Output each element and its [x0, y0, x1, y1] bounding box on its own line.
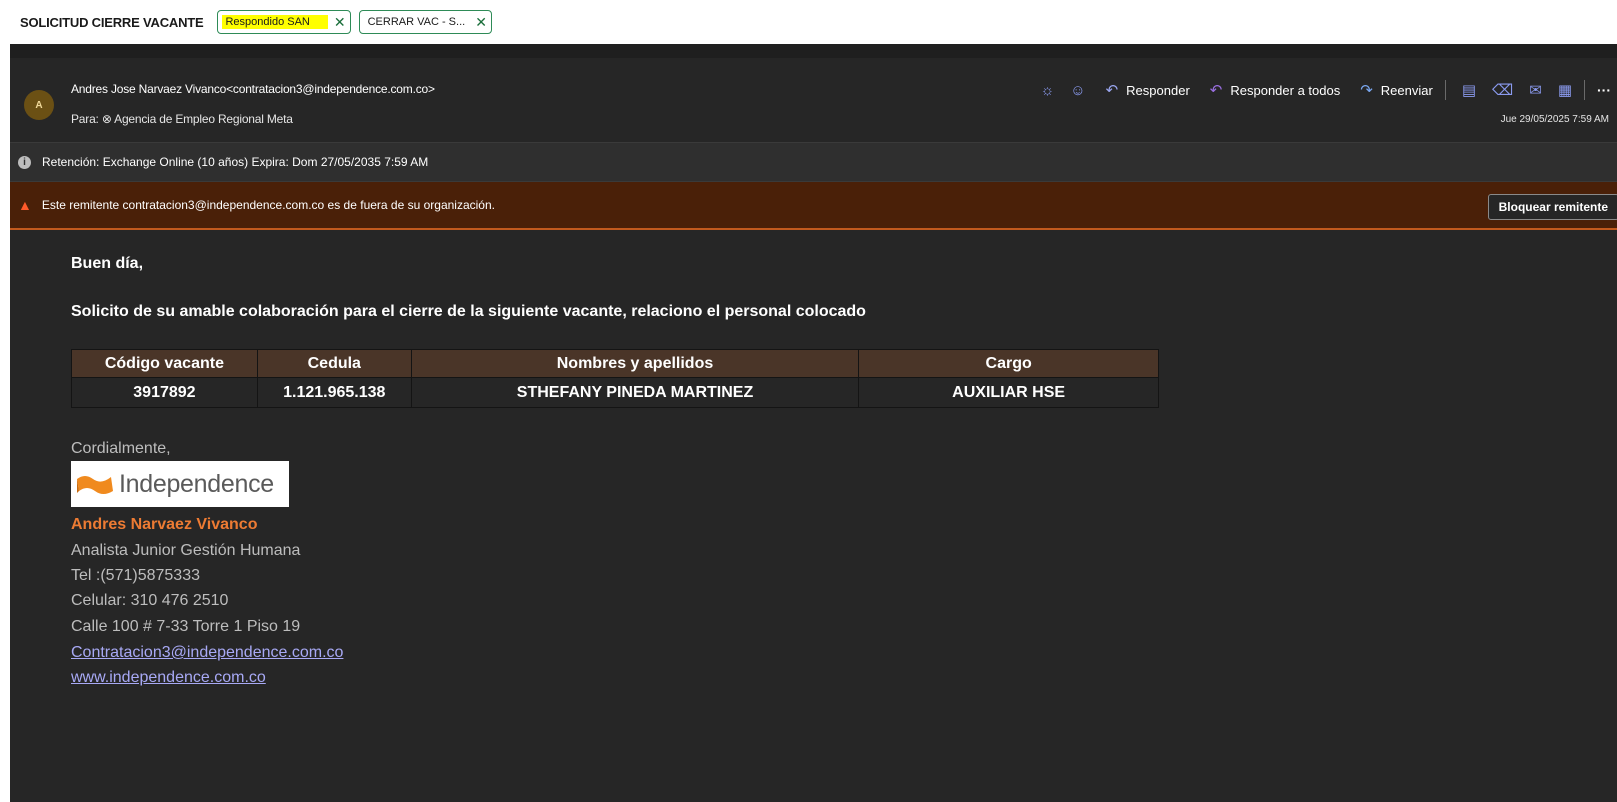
subject-bar: SOLICITUD CIERRE VACANTE Respondido SAN …: [0, 0, 1617, 44]
category-tag-respondido[interactable]: Respondido SAN ✕: [217, 10, 351, 34]
signature-closing: Cordialmente,: [71, 440, 171, 457]
info-icon: i: [18, 155, 31, 169]
table-header-row: Código vacante Cedula Nombres y apellido…: [71, 349, 1159, 378]
category-tag-cerrar[interactable]: CERRAR VAC - S... ✕: [358, 10, 492, 34]
toolbar-divider: [1444, 80, 1446, 100]
reply-all-label: Responder a todos: [1230, 82, 1341, 98]
signature-name: Andres Narvaez Vivanco: [71, 516, 258, 533]
table-header: Cedula: [256, 349, 412, 378]
request-text: Solicito de su amable colaboración para …: [71, 303, 866, 320]
forward-icon: ↷: [1360, 82, 1373, 99]
retention-text: Retención: Exchange Online (10 años) Exp…: [42, 155, 429, 169]
retention-bar: i Retención: Exchange Online (10 años) E…: [10, 142, 1617, 182]
flag-icon: [77, 476, 113, 494]
table-header: Código vacante: [71, 349, 258, 378]
table-header: Cargo: [858, 349, 1159, 378]
close-icon[interactable]: ✕: [475, 15, 487, 29]
block-sender-button[interactable]: Bloquear remitente: [1487, 194, 1617, 220]
more-options-icon[interactable]: ···: [1597, 82, 1611, 98]
signature-web-link[interactable]: www.independence.com.co: [71, 669, 266, 687]
table-cell: AUXILIAR HSE: [858, 377, 1159, 408]
toolbar-divider: [1584, 80, 1585, 100]
mail-icon[interactable]: ✉: [1529, 81, 1542, 99]
table-row: 3917892 1.121.965.138 STHEFANY PINEDA MA…: [71, 377, 1159, 408]
frame-border: [0, 44, 10, 802]
message-toolbar: ☼ ☺ ↶ Responder ↶ Responder a todos ↷ Re…: [1025, 80, 1611, 100]
message-date: Jue 29/05/2025 7:59 AM: [1500, 114, 1609, 125]
warning-icon: ▲: [18, 197, 32, 213]
apps-icon[interactable]: ▦: [1558, 81, 1572, 99]
table-header: Nombres y apellidos: [410, 349, 860, 378]
divider: [10, 44, 1617, 58]
table-cell: STHEFANY PINEDA MARTINEZ: [410, 377, 860, 408]
table-cell: 3917892: [71, 377, 258, 408]
calendar-icon[interactable]: ▤: [1462, 81, 1476, 99]
external-sender-warning: ▲ Este remitente contratacion3@independe…: [10, 182, 1617, 230]
sun-icon[interactable]: ☼: [1041, 82, 1055, 99]
signature-address: Calle 100 # 7-33 Torre 1 Piso 19: [71, 618, 301, 635]
reply-all-icon: ↶: [1209, 82, 1223, 99]
warning-text: Este remitente contratacion3@independenc…: [41, 198, 495, 212]
logo-text: Independence: [119, 469, 274, 498]
table-cell: 1.121.965.138: [256, 377, 412, 408]
company-logo: Independence: [71, 461, 289, 507]
reply-icon: ↶: [1105, 82, 1119, 99]
subject-title: SOLICITUD CIERRE VACANTE: [20, 14, 204, 30]
avatar[interactable]: A: [24, 90, 54, 120]
signature-mobile: Celular: 310 476 2510: [71, 592, 229, 609]
signature-email-link[interactable]: Contratacion3@independence.com.co: [71, 644, 343, 662]
close-icon[interactable]: ✕: [334, 15, 346, 29]
reply-button[interactable]: ↶ Responder: [1106, 81, 1190, 99]
forward-button[interactable]: ↷ Reenviar: [1360, 81, 1433, 99]
signature-tel: Tel :(571)5875333: [71, 567, 200, 584]
sender[interactable]: Andres Jose Narvaez Vivanco<contratacion…: [71, 82, 435, 96]
signature-role: Analista Junior Gestión Humana: [71, 542, 301, 559]
message-header: A Andres Jose Narvaez Vivanco<contrataci…: [10, 58, 1617, 142]
forward-label: Reenviar: [1380, 82, 1433, 98]
recipient[interactable]: Para: ⊗ Agencia de Empleo Regional Meta: [71, 112, 293, 126]
trash-icon[interactable]: ⌫: [1492, 81, 1513, 99]
reply-all-button[interactable]: ↶ Responder a todos: [1210, 81, 1340, 99]
emoji-icon[interactable]: ☺: [1070, 82, 1085, 99]
vacancy-table: Código vacante Cedula Nombres y apellido…: [71, 349, 1159, 408]
category-tag-label: Respondido SAN: [222, 15, 328, 29]
category-tag-label: CERRAR VAC - S...: [367, 16, 466, 28]
reply-label: Responder: [1126, 82, 1190, 98]
greeting: Buen día,: [71, 255, 144, 272]
